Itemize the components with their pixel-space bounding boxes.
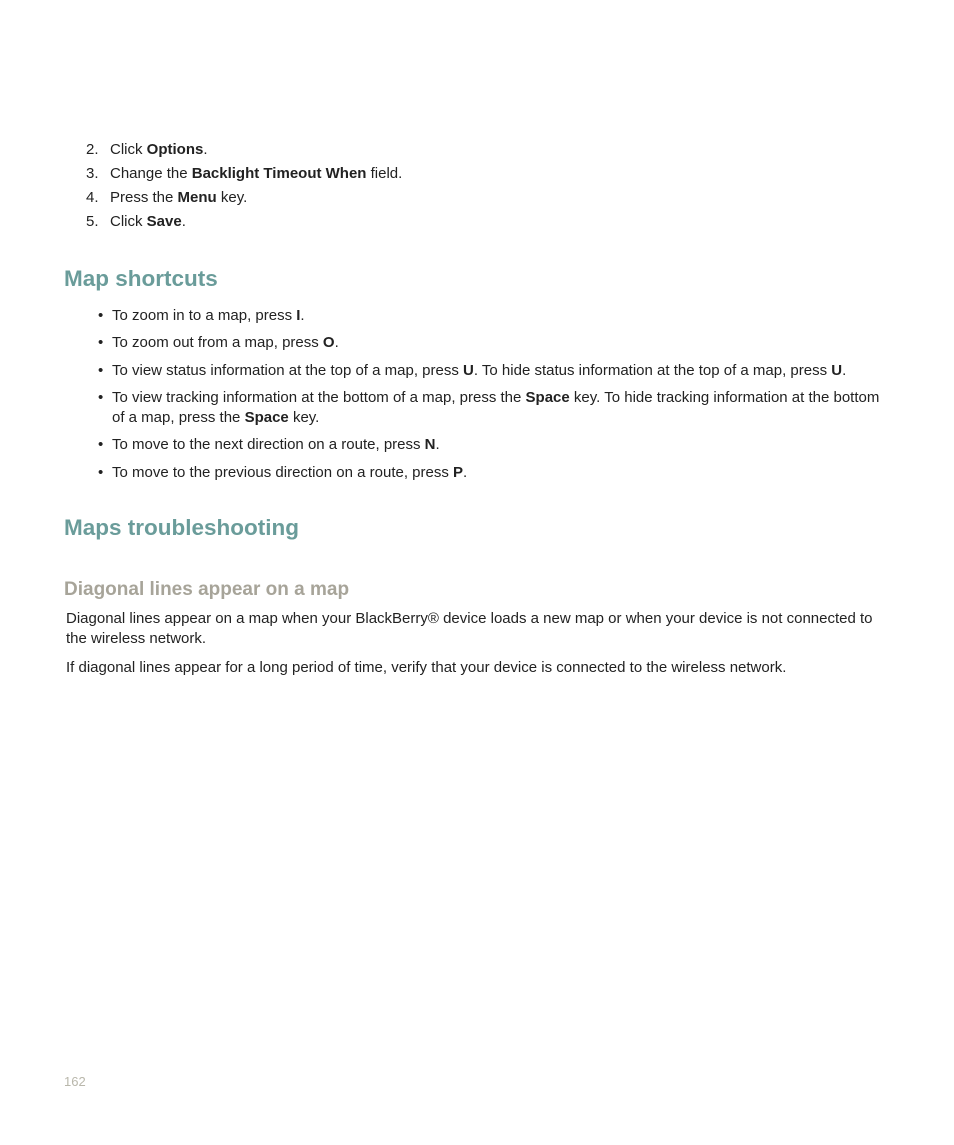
shortcut-item: To zoom in to a map, press I. (98, 306, 890, 326)
shortcut-item: To view status information at the top of… (98, 361, 890, 381)
step-item: 5.Click Save. (86, 210, 890, 234)
map-shortcuts-list: To zoom in to a map, press I. To zoom out… (98, 306, 890, 483)
step-number: 4. (86, 186, 110, 210)
step-item: 3.Change the Backlight Timeout When fiel… (86, 162, 890, 186)
step-number: 2. (86, 138, 110, 162)
heading-map-shortcuts: Map shortcuts (64, 266, 890, 292)
heading-maps-troubleshooting: Maps troubleshooting (64, 515, 890, 541)
shortcut-item: To move to the previous direction on a r… (98, 463, 890, 483)
shortcut-item: To view tracking information at the bott… (98, 388, 890, 429)
troubleshooting-paragraph: Diagonal lines appear on a map when your… (66, 609, 890, 650)
troubleshooting-paragraph: If diagonal lines appear for a long peri… (66, 658, 890, 679)
step-number: 5. (86, 210, 110, 234)
shortcut-item: To move to the next direction on a route… (98, 435, 890, 455)
step-text: Click Save. (110, 210, 890, 234)
step-text: Click Options. (110, 138, 890, 162)
step-number: 3. (86, 162, 110, 186)
step-text: Press the Menu key. (110, 186, 890, 210)
step-text: Change the Backlight Timeout When field. (110, 162, 890, 186)
page-content: 2.Click Options.3.Change the Backlight T… (64, 0, 890, 679)
step-item: 4.Press the Menu key. (86, 186, 890, 210)
heading-diagonal-lines: Diagonal lines appear on a map (64, 579, 890, 601)
page-number: 162 (64, 1074, 86, 1089)
shortcut-item: To zoom out from a map, press O. (98, 333, 890, 353)
step-item: 2.Click Options. (86, 138, 890, 162)
numbered-steps: 2.Click Options.3.Change the Backlight T… (86, 138, 890, 234)
